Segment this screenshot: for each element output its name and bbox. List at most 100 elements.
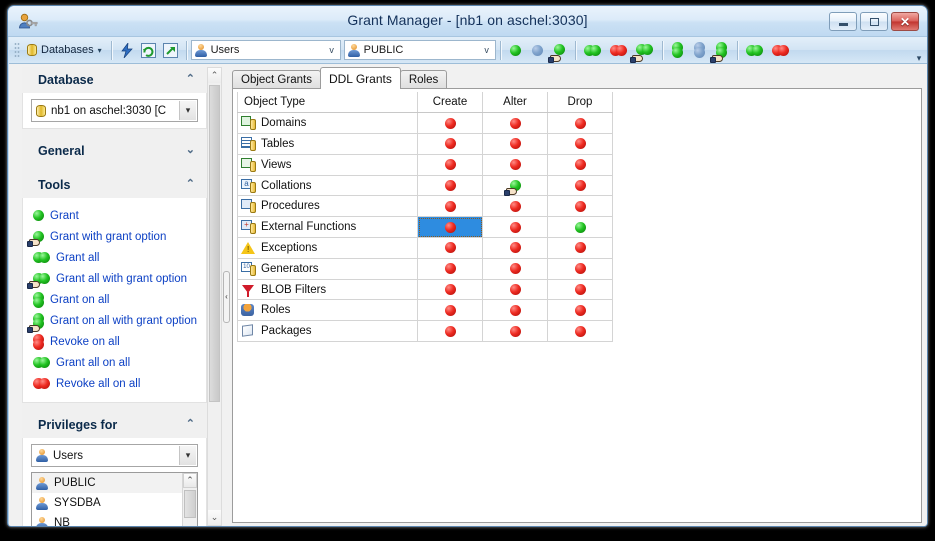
grant-all-with-grant-option-icon[interactable] xyxy=(630,40,658,63)
tool-grant-with-grant-option[interactable]: Grant with grant option xyxy=(27,226,198,247)
list-item[interactable]: SYSDBA xyxy=(32,493,197,513)
databases-button[interactable]: Databases ▾ xyxy=(22,40,107,61)
chevron-down-icon[interactable]: ▾ xyxy=(98,46,102,55)
listbox-scrollbar[interactable]: ⌃ ⌄ xyxy=(182,473,197,526)
cell-create[interactable] xyxy=(417,195,483,218)
table-row[interactable]: 10 Generators xyxy=(237,257,613,280)
cell-create[interactable] xyxy=(417,278,483,301)
cell-alter[interactable] xyxy=(482,153,548,176)
cell-create[interactable] xyxy=(417,216,483,239)
table-row[interactable]: BLOB Filters xyxy=(237,278,613,301)
cell-object-type[interactable]: + External Functions xyxy=(237,216,418,239)
chevron-up-icon[interactable]: ⌃ xyxy=(186,177,195,190)
list-item[interactable]: PUBLIC xyxy=(32,473,197,493)
toolbar-grip[interactable] xyxy=(14,41,20,59)
scroll-up-icon[interactable]: ⌃ xyxy=(183,473,197,488)
cell-object-type[interactable]: a Collations xyxy=(237,174,418,197)
cell-object-type[interactable]: Procedures xyxy=(237,195,418,218)
lightning-icon[interactable] xyxy=(116,40,138,61)
tool-grant-on-all[interactable]: Grant on all xyxy=(33,289,198,310)
tool-revoke-on-all[interactable]: Revoke on all xyxy=(33,331,198,352)
section-header-general[interactable]: General ⌄ xyxy=(22,138,207,164)
cell-drop[interactable] xyxy=(547,174,613,197)
cell-alter[interactable] xyxy=(482,257,548,280)
column-header-object-type[interactable]: Object Type xyxy=(237,92,418,114)
cell-alter[interactable] xyxy=(482,174,548,197)
tab-object-grants[interactable]: Object Grants xyxy=(232,70,321,89)
cell-create[interactable] xyxy=(417,237,483,259)
revoke-on-all-blue-icon[interactable] xyxy=(689,40,711,61)
cell-drop[interactable] xyxy=(547,320,613,343)
cell-alter[interactable] xyxy=(482,195,548,218)
column-header-drop[interactable]: Drop xyxy=(547,92,613,114)
chevron-down-icon[interactable]: ⌄ xyxy=(186,143,195,156)
cell-create[interactable] xyxy=(417,153,483,176)
cell-object-type[interactable]: Tables xyxy=(237,133,418,155)
column-header-alter[interactable]: Alter xyxy=(482,92,548,114)
tool-grant[interactable]: Grant xyxy=(33,205,198,226)
chevron-down-icon[interactable]: ▾ xyxy=(179,446,196,465)
grantee-listbox[interactable]: PUBLIC SYSDBA NB ⌃ ⌄ xyxy=(31,472,198,526)
database-combo[interactable]: nb1 on aschel:3030 [C ▾ xyxy=(31,99,198,122)
tab-ddl-grants[interactable]: DDL Grants xyxy=(319,67,401,89)
task-panel-scrollbar[interactable]: ⌃ ⌄ xyxy=(207,67,222,526)
grant-icon[interactable] xyxy=(505,40,527,61)
table-row[interactable]: Packages xyxy=(237,320,613,343)
cell-drop[interactable] xyxy=(547,112,613,135)
chevron-up-icon[interactable]: ⌃ xyxy=(186,72,195,85)
revoke-all-icon[interactable] xyxy=(606,40,632,61)
cell-alter[interactable] xyxy=(482,278,548,301)
chevron-up-icon[interactable]: ⌃ xyxy=(186,417,195,430)
cell-drop[interactable] xyxy=(547,257,613,280)
table-row[interactable]: Roles xyxy=(237,299,613,322)
cell-create[interactable] xyxy=(417,320,483,343)
revoke-all-on-all-icon[interactable] xyxy=(768,40,794,61)
grantee-combo[interactable]: PUBLIC v xyxy=(343,40,496,60)
cell-create[interactable] xyxy=(417,174,483,197)
close-button[interactable]: ✕ xyxy=(891,12,919,31)
table-row[interactable]: Procedures xyxy=(237,195,613,218)
cell-alter[interactable] xyxy=(482,216,548,239)
tool-grant-all-on-all[interactable]: Grant all on all xyxy=(33,352,198,373)
cell-alter[interactable] xyxy=(482,299,548,322)
table-row[interactable]: Domains xyxy=(237,112,613,135)
chevron-down-icon[interactable]: ▾ xyxy=(179,101,196,120)
cell-create[interactable] xyxy=(417,112,483,135)
cell-drop[interactable] xyxy=(547,133,613,155)
cell-object-type[interactable]: ! Exceptions xyxy=(237,237,418,259)
grant-all-icon[interactable] xyxy=(580,40,606,61)
table-row[interactable]: ! Exceptions xyxy=(237,237,613,259)
cell-create[interactable] xyxy=(417,257,483,280)
user-type-combo[interactable]: Users v xyxy=(190,40,341,60)
cell-object-type[interactable]: Packages xyxy=(237,320,418,343)
refresh-icon[interactable] xyxy=(138,40,160,61)
grant-all-on-all-icon[interactable] xyxy=(742,40,768,61)
scrollbar-thumb[interactable] xyxy=(209,85,220,402)
grant-on-all-icon[interactable] xyxy=(667,40,689,61)
section-header-privileges-for[interactable]: Privileges for ⌃ xyxy=(22,412,207,438)
collapse-panel-chevron-left-icon[interactable]: ‹ xyxy=(223,270,230,323)
export-icon[interactable] xyxy=(160,40,182,61)
panel-splitter[interactable]: ‹ xyxy=(222,67,231,526)
cell-drop[interactable] xyxy=(547,299,613,322)
cell-drop[interactable] xyxy=(547,237,613,259)
cell-alter[interactable] xyxy=(482,112,548,135)
privileges-type-combo[interactable]: Users ▾ xyxy=(31,444,198,467)
grant-on-all-with-grant-option-icon[interactable] xyxy=(710,40,733,63)
scroll-down-icon[interactable]: ⌄ xyxy=(208,510,221,525)
scrollbar-thumb[interactable] xyxy=(184,490,196,518)
cell-object-type[interactable]: BLOB Filters xyxy=(237,278,418,301)
cell-drop[interactable] xyxy=(547,216,613,239)
tab-roles[interactable]: Roles xyxy=(399,70,448,89)
scroll-up-icon[interactable]: ⌃ xyxy=(208,68,221,83)
cell-create[interactable] xyxy=(417,133,483,155)
table-row[interactable]: + External Functions xyxy=(237,216,613,239)
ddl-grants-grid[interactable]: Object Type Create Alter Drop Domains Tab… xyxy=(237,92,613,343)
cell-alter[interactable] xyxy=(482,133,548,155)
revoke-blue-icon[interactable] xyxy=(527,40,549,61)
table-row[interactable]: Tables xyxy=(237,133,613,155)
list-item[interactable]: NB xyxy=(32,513,197,526)
cell-object-type[interactable]: Roles xyxy=(237,299,418,322)
cell-create[interactable] xyxy=(417,299,483,322)
cell-drop[interactable] xyxy=(547,278,613,301)
